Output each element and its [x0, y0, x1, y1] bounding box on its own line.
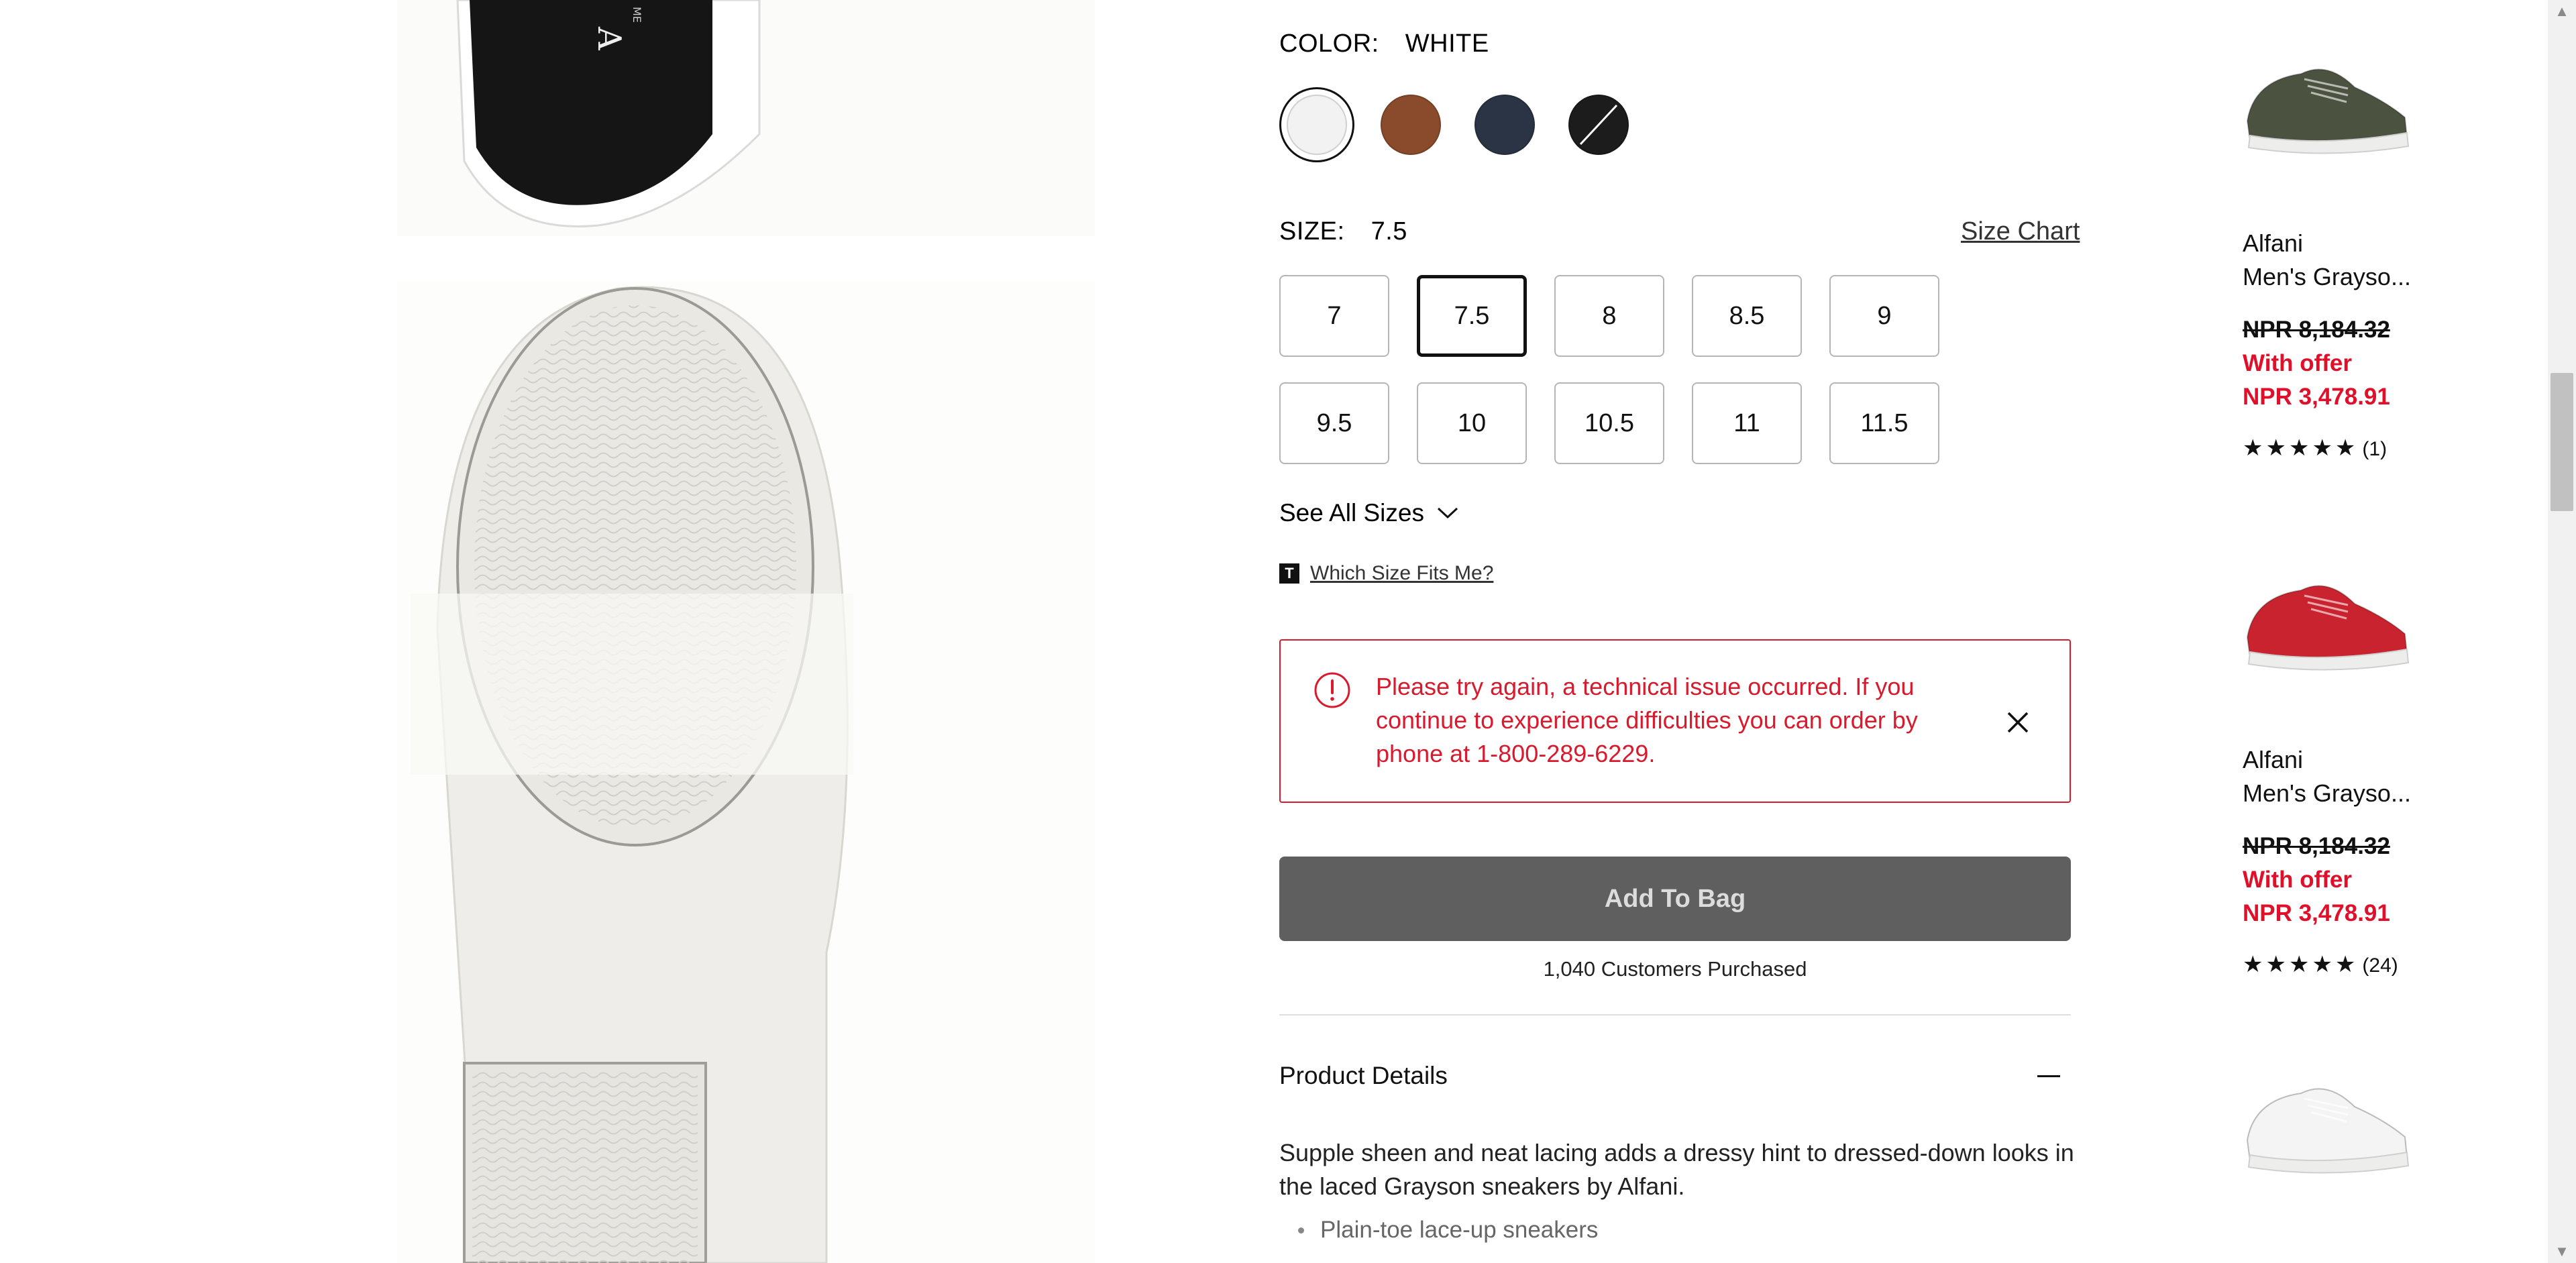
color-swatch-brown[interactable]: [1381, 95, 1441, 155]
product-bullet: Plain-toe lace-up sneakers: [1298, 1217, 1598, 1244]
sneaker-image: [2246, 585, 2410, 671]
close-icon[interactable]: [2006, 711, 2029, 734]
recommendation-thumbnail[interactable]: [2241, 47, 2412, 161]
scroll-up-arrow-icon[interactable]: ▲: [2553, 3, 2571, 20]
size-option-7-5[interactable]: 7.5: [1417, 275, 1527, 357]
alert-circle-icon: [1314, 672, 1350, 708]
product-image-sole[interactable]: [397, 282, 1095, 1263]
scrollbar-track[interactable]: [2548, 0, 2576, 1263]
star-rating-icon: ★★★★★: [2243, 435, 2359, 461]
size-option-9[interactable]: 9: [1829, 275, 1939, 357]
section-divider: [1279, 1014, 2071, 1015]
size-option-7[interactable]: 7: [1279, 275, 1389, 357]
recommendation-offer-price: NPR 3,478.91: [2243, 384, 2390, 410]
size-chart-link[interactable]: Size Chart: [1961, 217, 2080, 246]
recommendation-original-price: NPR 8,184.32: [2243, 317, 2390, 343]
recommendation-original-price: NPR 8,184.32: [2243, 833, 2390, 859]
size-option-8-5[interactable]: 8.5: [1692, 275, 1802, 357]
review-count: (1): [2362, 438, 2387, 460]
shoe-sole-image: [397, 282, 1095, 1263]
size-option-11-5[interactable]: 11.5: [1829, 382, 1939, 464]
shoe-top-view-image: A ME: [397, 0, 1095, 236]
product-description: Supple sheen and neat lacing adds a dres…: [1279, 1139, 2074, 1200]
which-size-fits-link[interactable]: Which Size Fits Me?: [1310, 562, 1493, 585]
size-option-8[interactable]: 8: [1554, 275, 1664, 357]
recommendation-offer-label: With offer: [2243, 867, 2352, 893]
scrollbar-thumb[interactable]: [2551, 373, 2573, 511]
true-fit-logo-icon: T: [1279, 563, 1299, 584]
recommendation-offer-price: NPR 3,478.91: [2243, 900, 2390, 926]
sneaker-image: [2246, 1088, 2410, 1174]
size-row: SIZE: 7.5: [1279, 217, 1407, 246]
product-bullet-text: Plain-toe lace-up sneakers: [1320, 1217, 1599, 1243]
color-row: COLOR: WHITE: [1279, 30, 1489, 58]
error-alert: Please try again, a technical issue occu…: [1279, 639, 2071, 803]
review-count: (24): [2362, 954, 2398, 977]
see-all-sizes-label: See All Sizes: [1279, 499, 1424, 527]
product-image-top[interactable]: A ME: [397, 0, 1095, 236]
recommendation-offer-label: With offer: [2243, 350, 2352, 376]
recommendation-rating[interactable]: ★★★★★ (1): [2243, 435, 2387, 461]
see-all-sizes-button[interactable]: See All Sizes: [1279, 499, 1459, 527]
color-swatch-white[interactable]: [1287, 95, 1347, 155]
product-details-accordion[interactable]: Product Details: [1279, 1062, 2071, 1095]
sneaker-image: [2246, 68, 2410, 154]
bullet-dot-icon: [1298, 1227, 1304, 1233]
svg-text:ME: ME: [631, 7, 643, 23]
color-swatch-navy[interactable]: [1474, 95, 1535, 155]
color-value: WHITE: [1405, 30, 1489, 58]
customers-purchased-count: 1,040 Customers Purchased: [1543, 957, 1807, 981]
recommendation-thumbnail[interactable]: [2241, 1066, 2412, 1180]
size-option-10[interactable]: 10: [1417, 382, 1527, 464]
star-rating-icon: ★★★★★: [2243, 952, 2359, 977]
collapse-minus-icon: [2037, 1075, 2060, 1077]
product-details-title: Product Details: [1279, 1062, 1448, 1089]
error-alert-message: Please try again, a technical issue occu…: [1376, 673, 1918, 767]
color-label: COLOR:: [1279, 30, 1379, 58]
size-option-10-5[interactable]: 10.5: [1554, 382, 1664, 464]
size-value: 7.5: [1371, 217, 1407, 245]
recommendation-name[interactable]: Men's Grayso...: [2243, 779, 2411, 808]
color-swatch-black[interactable]: [1568, 95, 1629, 155]
chevron-down-icon: [1437, 507, 1458, 519]
scroll-down-arrow-icon[interactable]: ▼: [2553, 1243, 2571, 1260]
fit-predictor: T Which Size Fits Me?: [1279, 562, 1493, 585]
recommendation-thumbnail[interactable]: [2241, 563, 2412, 677]
size-option-9-5[interactable]: 9.5: [1279, 382, 1389, 464]
unavailable-slash-icon: [1579, 104, 1618, 146]
add-to-bag-button[interactable]: Add To Bag: [1279, 857, 2071, 941]
size-option-11[interactable]: 11: [1692, 382, 1802, 464]
recommendation-brand[interactable]: Alfani: [2243, 746, 2303, 774]
svg-text:A: A: [590, 26, 628, 51]
recommendation-rating[interactable]: ★★★★★ (24): [2243, 951, 2398, 978]
size-label: SIZE:: [1279, 217, 1345, 245]
recommendation-brand[interactable]: Alfani: [2243, 229, 2303, 258]
recommendation-name[interactable]: Men's Grayso...: [2243, 263, 2411, 291]
